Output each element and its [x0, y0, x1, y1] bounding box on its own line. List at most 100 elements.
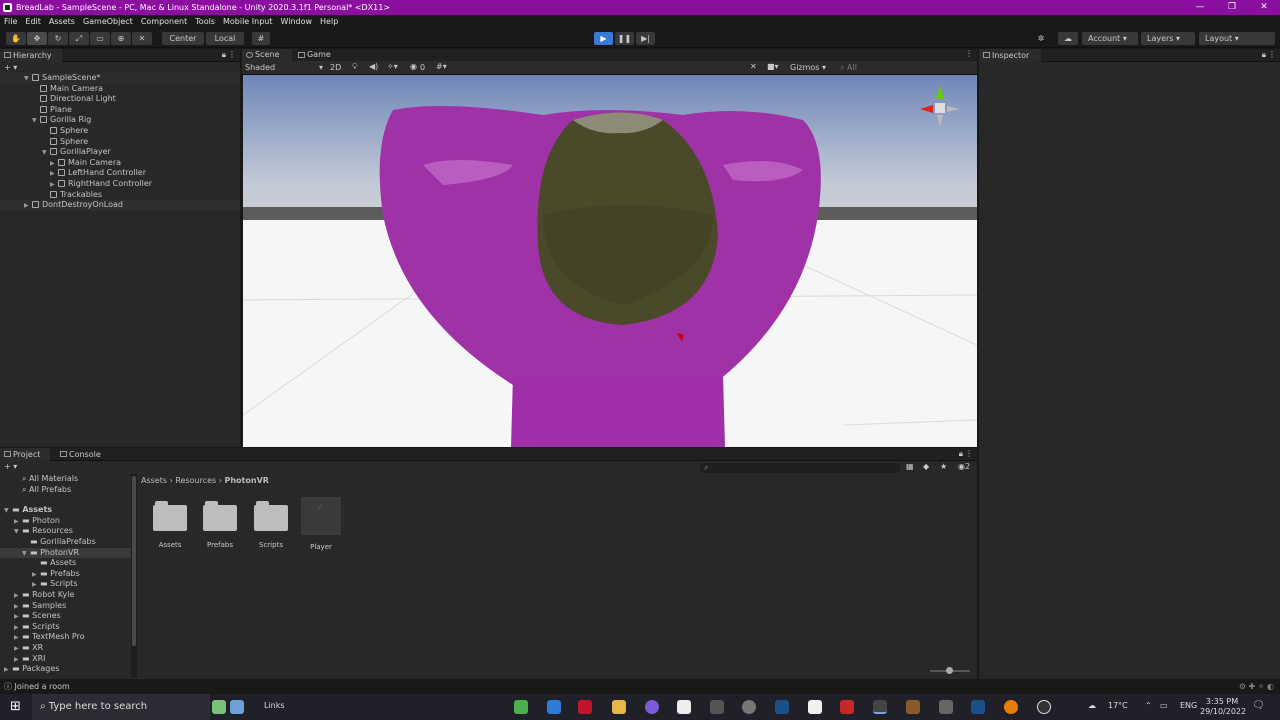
effects-icon[interactable]: ✧▾	[387, 62, 398, 71]
network-icon[interactable]: ▭	[1160, 701, 1168, 710]
more-menu-icon[interactable]: ⋮	[1268, 50, 1276, 59]
tab-project[interactable]: Project	[0, 448, 50, 461]
tree-item-xr[interactable]: ▶ ▬ XR	[0, 643, 131, 654]
pivot-local-toggle[interactable]: Local	[206, 32, 244, 45]
hidden-objects-icon[interactable]: ◉	[410, 62, 417, 71]
blender-icon[interactable]	[1004, 700, 1018, 714]
app-icon[interactable]	[840, 700, 854, 714]
tree-item-photon[interactable]: ▶ ▬ Photon	[0, 516, 131, 527]
tab-game[interactable]: Game	[294, 49, 340, 61]
shading-dropdown[interactable]: Shaded ▾	[245, 63, 323, 73]
hand-tool-icon[interactable]: ✋	[6, 32, 26, 45]
hierarchy-item-directional-light[interactable]: Directional Light	[0, 94, 240, 105]
notification-icon[interactable]: 🗨︎	[1252, 700, 1265, 711]
gizmos-dropdown[interactable]: Gizmos ▾	[790, 63, 826, 72]
account-dropdown[interactable]: Account ▾	[1082, 32, 1138, 45]
steam-icon[interactable]	[971, 700, 985, 714]
scene-search-input[interactable]: ⌕ All	[840, 63, 857, 73]
collab-icon[interactable]: ✲	[1032, 32, 1050, 45]
favorite-all-materials[interactable]: ⌕ All Materials	[0, 474, 131, 485]
menu-gameobject[interactable]: GameObject	[83, 17, 133, 26]
favorite-all-prefabs[interactable]: ⌕ All Prefabs	[0, 485, 131, 496]
hierarchy-item-samplescene[interactable]: ▼ SampleScene*	[0, 73, 240, 84]
discord-icon[interactable]	[645, 700, 659, 714]
asset-prefab-player[interactable]: ⟋ Player	[301, 497, 341, 551]
notepad-icon[interactable]	[808, 700, 822, 714]
hierarchy-item-gorilla-rig[interactable]: ▼ Gorilla Rig	[0, 115, 240, 126]
transform-tool-icon[interactable]: ⊕	[111, 32, 131, 45]
language-indicator[interactable]: ENG	[1180, 701, 1197, 710]
menu-help[interactable]: Help	[320, 17, 338, 26]
maximize-button[interactable]: ❐	[1216, 0, 1248, 15]
taskbar-links[interactable]: Links	[264, 701, 285, 710]
layout-dropdown[interactable]: Layout ▾	[1199, 32, 1275, 45]
hierarchy-item-dontdestroyonload[interactable]: ▶ DontDestroyOnLoad	[0, 200, 240, 211]
add-object-button[interactable]: + ▾	[4, 62, 17, 73]
minecraft-icon[interactable]	[514, 700, 528, 714]
menu-assets[interactable]: Assets	[49, 17, 75, 26]
more-menu-icon[interactable]: ⋮	[965, 449, 973, 458]
app-icon[interactable]	[677, 700, 691, 714]
menu-file[interactable]: File	[4, 17, 17, 26]
hierarchy-item-main-camera[interactable]: ▶ Main Camera	[0, 158, 240, 169]
move-tool-icon[interactable]: ✥	[27, 32, 47, 45]
asset-folder-prefabs[interactable]: Prefabs	[200, 497, 240, 549]
hierarchy-item-gorillaplayer[interactable]: ▼ GorillaPlayer	[0, 147, 240, 158]
breadcrumb-item[interactable]: PhotonVR	[225, 476, 269, 485]
steam-icon[interactable]	[775, 700, 789, 714]
tree-item-photonvr[interactable]: ▼ ▬ PhotonVR	[0, 547, 131, 559]
widget-icon[interactable]	[230, 700, 244, 714]
hierarchy-item-righthand-controller[interactable]: ▶ RightHand Controller	[0, 179, 240, 190]
scene-gizmo-icon[interactable]	[915, 81, 965, 141]
lighting-icon[interactable]: 💡︎	[352, 62, 358, 72]
tools-icon[interactable]: ✕	[750, 62, 757, 71]
tab-hierarchy[interactable]: Hierarchy	[0, 49, 62, 62]
lock-icon[interactable]: 🔒︎	[222, 50, 226, 60]
scene-viewport[interactable]	[243, 75, 977, 447]
tab-inspector[interactable]: Inspector	[979, 49, 1041, 62]
app-icon[interactable]	[939, 700, 953, 714]
file-explorer-icon[interactable]	[612, 700, 626, 714]
tree-item-prefabs[interactable]: ▶ ▬ Prefabs	[0, 569, 131, 580]
tree-item-gorillaprefabs[interactable]: ▬ GorillaPrefabs	[0, 537, 131, 548]
tree-item-assets[interactable]: ▼ ▬ Assets	[0, 505, 131, 516]
tree-item-scenes[interactable]: ▶ ▬ Scenes	[0, 611, 131, 622]
audio-icon[interactable]: ◀)	[369, 62, 378, 71]
lock-icon[interactable]: 🔒︎	[1262, 50, 1266, 60]
menu-window[interactable]: Window	[280, 17, 312, 26]
rotate-tool-icon[interactable]: ↻	[48, 32, 68, 45]
project-search-input[interactable]: ⌕	[700, 463, 900, 473]
pause-button[interactable]: ❚❚	[615, 32, 634, 45]
obs-icon[interactable]	[1037, 700, 1051, 714]
hierarchy-item-lefthand-controller[interactable]: ▶ LeftHand Controller	[0, 168, 240, 179]
search-by-label-icon[interactable]: ◆	[923, 462, 929, 471]
opera-icon[interactable]	[578, 700, 592, 714]
tree-item-samples[interactable]: ▶ ▬ Samples	[0, 601, 131, 612]
step-button[interactable]: ▶|	[636, 32, 655, 45]
hidden-packages-icon[interactable]: ◉2	[958, 462, 970, 471]
create-asset-button[interactable]: + ▾	[4, 462, 17, 471]
search-by-type-icon[interactable]: ▦	[906, 462, 914, 471]
tree-item-resources[interactable]: ▼ ▬ Resources	[0, 526, 131, 537]
tree-item-scripts[interactable]: ▶ ▬ Scripts	[0, 579, 131, 590]
more-menu-icon[interactable]: ⋮	[965, 49, 973, 58]
hierarchy-item-sphere[interactable]: Sphere	[0, 137, 240, 148]
tree-item-textmesh-pro[interactable]: ▶ ▬ TextMesh Pro	[0, 632, 131, 643]
widget-icon[interactable]	[212, 700, 226, 714]
close-button[interactable]: ✕	[1248, 0, 1280, 15]
menu-tools[interactable]: Tools	[195, 17, 215, 26]
2d-toggle[interactable]: 2D	[330, 63, 341, 72]
app-icon[interactable]	[742, 700, 756, 714]
asset-folder-assets[interactable]: Assets	[150, 497, 190, 549]
tree-item-assets[interactable]: ▬ Assets	[0, 558, 131, 569]
menu-component[interactable]: Component	[141, 17, 187, 26]
menu-edit[interactable]: Edit	[25, 17, 41, 26]
icon-size-slider[interactable]	[930, 667, 970, 674]
hierarchy-item-main-camera[interactable]: Main Camera	[0, 84, 240, 95]
minimize-button[interactable]: —	[1184, 0, 1216, 15]
asset-folder-scripts[interactable]: Scripts	[251, 497, 291, 549]
tree-item-packages[interactable]: ▶ ▬ Packages	[0, 664, 131, 675]
tab-scene[interactable]: Scene	[242, 49, 292, 61]
minecraft-launcher-icon[interactable]	[906, 700, 920, 714]
unity-icon[interactable]	[873, 700, 887, 714]
